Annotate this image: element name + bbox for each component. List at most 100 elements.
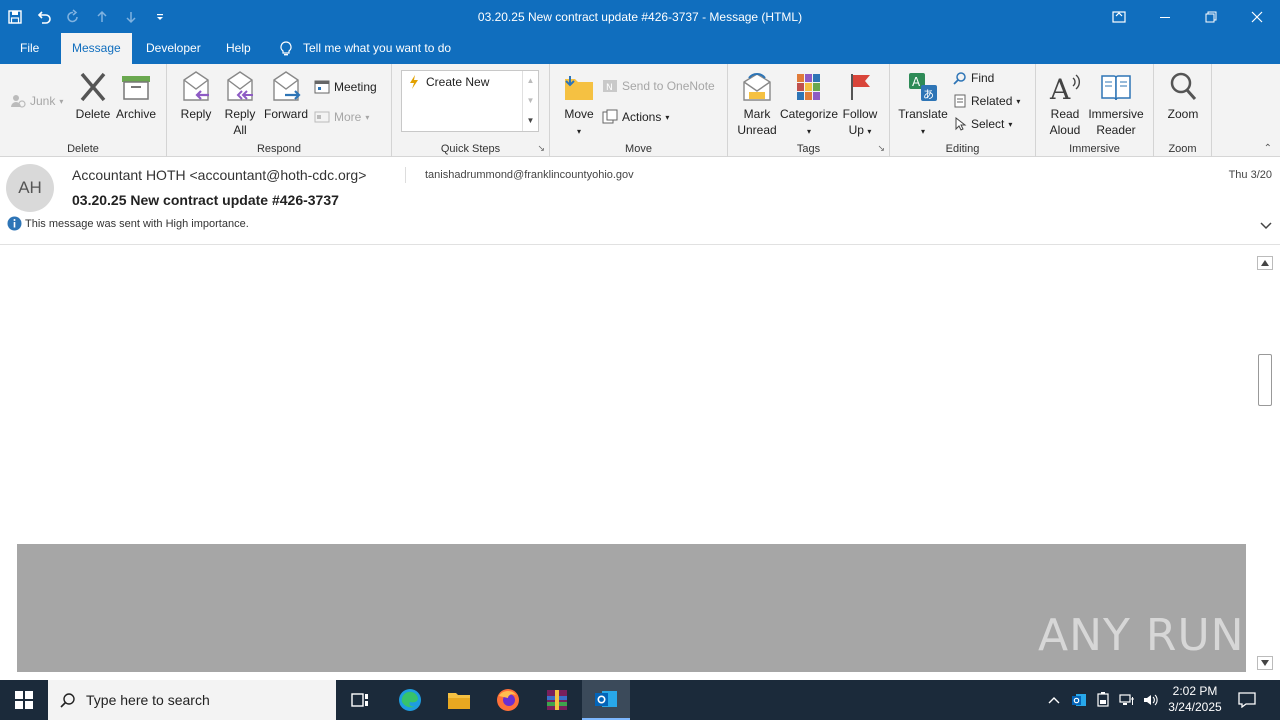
taskbar-search-box[interactable]: Type here to search <box>48 680 336 720</box>
reply-all-button[interactable]: Reply All <box>221 70 259 138</box>
restore-icon[interactable] <box>1188 0 1234 33</box>
flag-icon <box>851 74 870 100</box>
group-label-editing: Editing <box>945 143 980 155</box>
select-button[interactable]: Select ▾ <box>953 114 1012 134</box>
scrollbar-thumb[interactable] <box>1258 354 1272 406</box>
immersive-reader-button[interactable]: Immersive Reader <box>1086 70 1146 138</box>
scroll-down-icon[interactable]: ▼ <box>523 91 538 111</box>
watermark: ANY RUN <box>1038 610 1245 661</box>
tab-message[interactable]: Message <box>61 33 132 64</box>
related-button[interactable]: Related ▾ <box>953 91 1020 111</box>
group-label-delete: Delete <box>67 143 99 155</box>
minimize-icon[interactable] <box>1142 0 1188 33</box>
junk-icon <box>11 95 26 108</box>
group-quick-steps: Create New ▲ ▼ ▼ Quick Steps ↘ <box>392 64 550 157</box>
read-aloud-label-2: Aloud <box>1049 123 1081 137</box>
scroll-down-icon[interactable] <box>1257 656 1273 670</box>
create-new-quick-step[interactable]: Create New <box>408 75 489 89</box>
zoom-button[interactable]: Zoom <box>1162 70 1204 122</box>
recipient[interactable]: tanishadrummond@franklincountyohio.gov <box>425 169 634 181</box>
outlook-tray-icon[interactable] <box>1068 680 1090 720</box>
firefox-icon[interactable] <box>484 680 532 720</box>
categorize-label: Categorize <box>780 107 839 121</box>
task-view-icon[interactable] <box>336 680 384 720</box>
tab-file[interactable]: File <box>9 33 50 64</box>
forward-icon <box>273 71 301 101</box>
move-button[interactable]: Move ▾ <box>560 70 598 140</box>
network-icon[interactable] <box>1116 680 1138 720</box>
quick-steps-scroll[interactable]: ▲ ▼ ▼ <box>522 71 538 131</box>
chevron-down-icon: ▾ <box>365 112 370 122</box>
follow-up-button[interactable]: Follow Up ▾ <box>838 70 882 140</box>
create-new-label: Create New <box>426 75 490 89</box>
sender[interactable]: Accountant HOTH <accountant@hoth-cdc.org… <box>72 167 366 183</box>
send-to-onenote-button[interactable]: N Send to OneNote <box>602 76 715 96</box>
info-icon <box>7 216 22 231</box>
tab-help[interactable]: Help <box>215 33 262 64</box>
zoom-label: Zoom <box>1167 107 1199 121</box>
meeting-button[interactable]: Meeting <box>314 77 377 97</box>
archive-button[interactable]: Archive <box>114 70 158 122</box>
find-button[interactable]: Find <box>953 68 994 88</box>
outlook-icon[interactable] <box>582 680 630 720</box>
show-hidden-icons-icon[interactable] <box>1044 680 1064 720</box>
group-respond: Reply Reply All Forward Meeting More ▾ R… <box>167 64 392 157</box>
archive-label: Archive <box>115 107 156 121</box>
mark-unread-label-1: Mark <box>743 107 771 121</box>
message-header: AH Accountant HOTH <accountant@hoth-cdc.… <box>0 157 1280 245</box>
svg-text:A: A <box>1049 73 1071 104</box>
categorize-button[interactable]: Categorize ▾ <box>780 70 838 140</box>
system-clock[interactable]: 2:02 PM 3/24/2025 <box>1160 683 1230 715</box>
file-explorer-icon[interactable] <box>435 680 483 720</box>
group-label-respond: Respond <box>256 143 302 155</box>
scroll-up-icon[interactable] <box>1257 256 1273 270</box>
actions-button[interactable]: Actions ▾ <box>602 107 669 127</box>
read-aloud-icon: A <box>1049 73 1080 104</box>
junk-button[interactable]: Junk ▾ <box>10 91 63 111</box>
svg-text:A: A <box>912 75 921 89</box>
windows-start-icon[interactable] <box>0 680 48 720</box>
close-icon[interactable] <box>1234 0 1280 33</box>
more-respond-button[interactable]: More ▾ <box>314 107 369 127</box>
translate-label: Translate <box>898 107 948 121</box>
mark-unread-button[interactable]: Mark Unread <box>734 70 780 138</box>
importance-notice: This message was sent with High importan… <box>7 216 249 231</box>
group-editing: Aあ Translate ▾ Find Related ▾ Select ▾ E… <box>890 64 1036 157</box>
forward-button[interactable]: Forward <box>263 70 309 122</box>
edge-browser-icon[interactable] <box>386 680 434 720</box>
group-zoom: Zoom Zoom <box>1154 64 1212 157</box>
expand-gallery-icon[interactable]: ▼ <box>523 111 538 131</box>
group-delete: Junk ▾ Delete Archive Delete <box>0 64 167 157</box>
expand-header-icon[interactable] <box>1260 219 1272 233</box>
delete-button[interactable]: Delete <box>74 70 112 122</box>
vertical-scrollbar[interactable] <box>1257 256 1273 671</box>
lightning-icon <box>410 75 418 89</box>
tell-me-box[interactable]: Tell me what you want to do <box>268 33 462 64</box>
dialog-launcher-icon[interactable]: ↘ <box>537 143 545 154</box>
immersive-reader-label-1: Immersive <box>1088 107 1144 121</box>
message-subject: 03.20.25 New contract update #426-3737 <box>72 192 339 208</box>
translate-button[interactable]: Aあ Translate ▾ <box>898 70 948 140</box>
group-move: Move ▾ N Send to OneNote Actions ▾ Move <box>550 64 728 157</box>
tab-developer[interactable]: Developer <box>135 33 212 64</box>
collapse-ribbon-icon[interactable]: ⌃ <box>1264 143 1272 154</box>
follow-up-label-1: Follow <box>842 107 878 121</box>
categorize-icon <box>797 74 820 100</box>
reply-button[interactable]: Reply <box>177 70 215 122</box>
ribbon-display-options-icon[interactable] <box>1096 0 1142 33</box>
folder-move-icon <box>565 76 593 100</box>
winrar-icon[interactable] <box>533 680 581 720</box>
read-aloud-button[interactable]: A Read Aloud <box>1044 70 1086 138</box>
dialog-launcher-icon[interactable]: ↘ <box>877 143 885 154</box>
move-label: Move <box>564 107 594 121</box>
chevron-down-icon: ▾ <box>1008 119 1013 129</box>
meeting-icon <box>314 80 330 94</box>
group-label-immersive: Immersive <box>1069 143 1120 155</box>
more-icon <box>314 111 330 123</box>
chevron-down-icon: ▾ <box>806 127 811 136</box>
volume-icon[interactable] <box>1140 680 1162 720</box>
battery-icon[interactable] <box>1092 680 1114 720</box>
group-immersive: A Read Aloud Immersive Reader Immersive <box>1036 64 1154 157</box>
scroll-up-icon[interactable]: ▲ <box>523 71 538 91</box>
notifications-icon[interactable] <box>1232 680 1262 720</box>
